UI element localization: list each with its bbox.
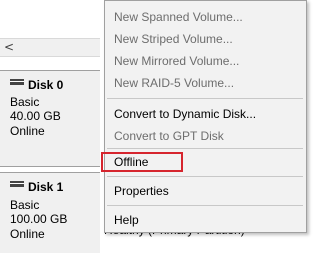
menu-item-label: Convert to GPT Disk [114, 129, 224, 143]
disk-0-header[interactable]: Disk 0 Basic 40.00 GB Online [0, 70, 100, 167]
menu-item-new-spanned-volume[interactable]: New Spanned Volume... [105, 6, 306, 28]
disk-icon [10, 181, 24, 187]
disk-0-status: Online [10, 124, 45, 138]
menu-item-label: New Mirrored Volume... [114, 54, 240, 68]
menu-item-label: Convert to Dynamic Disk... [114, 107, 257, 121]
disk-0-name: Disk 0 [28, 78, 64, 92]
menu-item-new-raid5-volume[interactable]: New RAID-5 Volume... [105, 72, 306, 94]
menu-item-offline[interactable]: Offline [101, 151, 306, 173]
menu-separator [107, 148, 303, 149]
menu-item-properties[interactable]: Properties [105, 180, 306, 202]
menu-item-label: New Striped Volume... [114, 32, 233, 46]
horizontal-scrollbar[interactable]: < [0, 38, 100, 57]
disk-1-type: Basic [10, 198, 40, 212]
menu-item-label: Help [114, 213, 139, 227]
disk-1-size: 100.00 GB [10, 212, 68, 226]
disk-0-type: Basic [10, 95, 40, 109]
menu-item-convert-to-dynamic-disk[interactable]: Convert to Dynamic Disk... [105, 103, 306, 125]
disk-context-menu: New Spanned Volume... New Striped Volume… [101, 0, 307, 233]
menu-item-label: New Spanned Volume... [114, 10, 243, 24]
menu-item-label: Offline [114, 155, 149, 169]
menu-separator [107, 205, 303, 206]
disk-0-title: Disk 0 [10, 78, 63, 92]
menu-item-label: New RAID-5 Volume... [114, 76, 235, 90]
menu-item-new-striped-volume[interactable]: New Striped Volume... [105, 28, 306, 50]
disk-1-title: Disk 1 [10, 180, 63, 194]
disk-1-header[interactable]: Disk 1 Basic 100.00 GB Online [0, 172, 100, 253]
disk-0-size: 40.00 GB [10, 109, 61, 123]
disk-1-name: Disk 1 [28, 180, 64, 194]
menu-separator [107, 176, 303, 177]
menu-item-help[interactable]: Help [105, 209, 306, 231]
menu-item-convert-to-gpt-disk[interactable]: Convert to GPT Disk [105, 125, 306, 147]
menu-separator [107, 98, 303, 99]
menu-item-new-mirrored-volume[interactable]: New Mirrored Volume... [105, 50, 306, 72]
menu-item-label: Properties [114, 184, 169, 198]
disk-1-status: Online [10, 227, 45, 241]
disk-icon [10, 79, 24, 85]
scroll-left-arrow-icon[interactable]: < [3, 39, 15, 56]
